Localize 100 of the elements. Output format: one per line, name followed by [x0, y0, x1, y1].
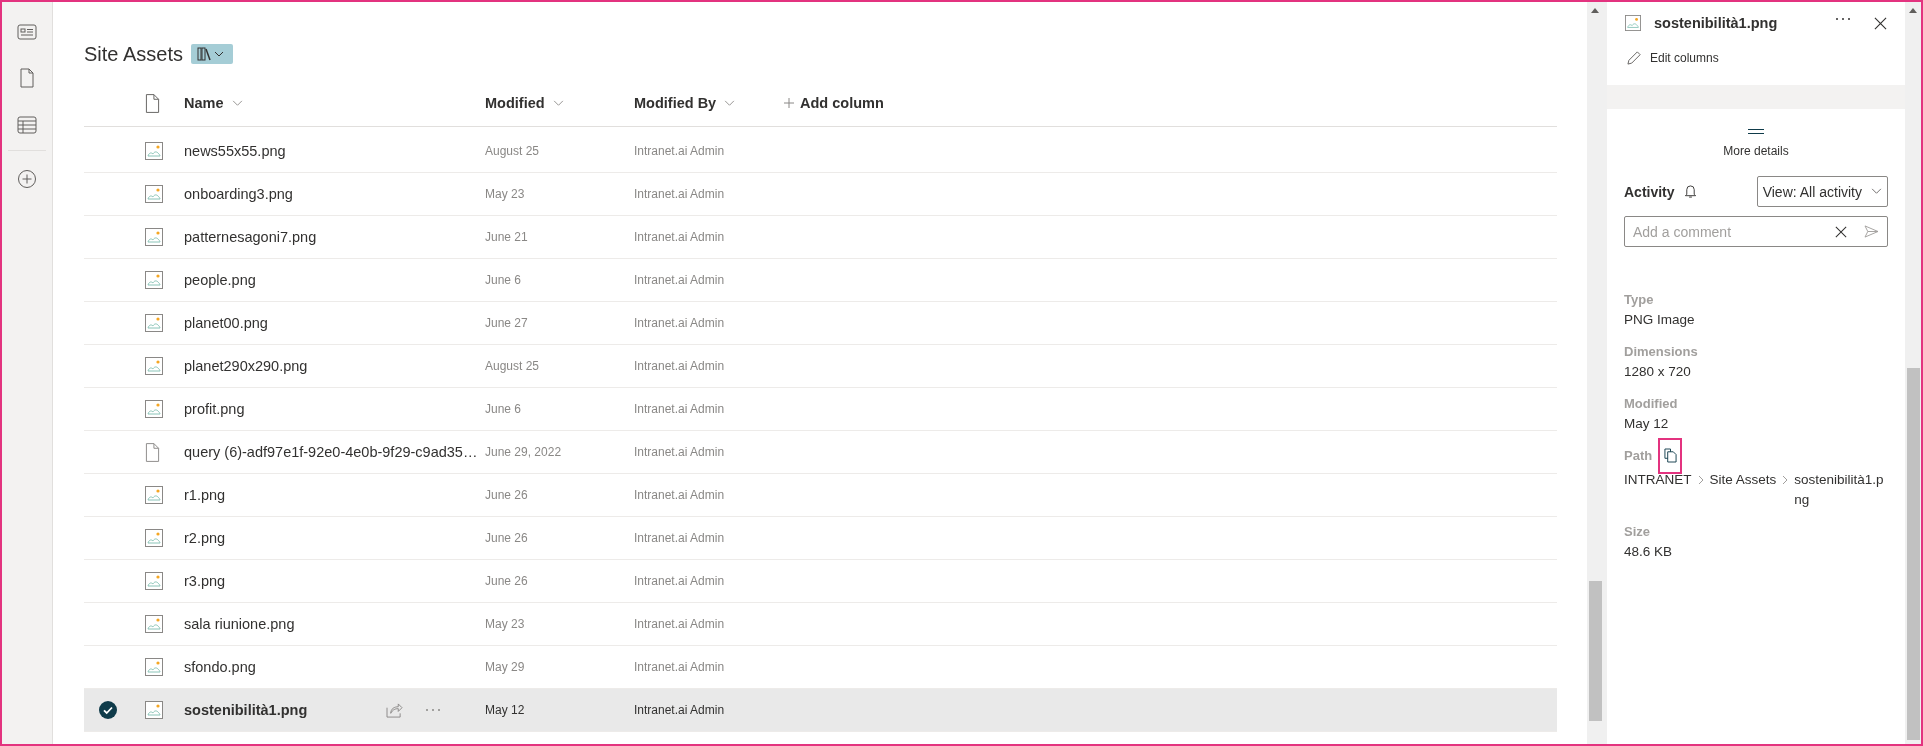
file-row[interactable]: people.png June 6 Intranet.ai Admin [84, 259, 1557, 302]
modified-date: August 25 [485, 359, 541, 373]
add-column-button[interactable]: Add column [784, 95, 884, 111]
file-name[interactable]: query (6)-adf97e1f-92e0-4e0b-9f29-c9ad35… [184, 444, 478, 460]
column-header[interactable]: Modified [485, 95, 564, 111]
file-name[interactable]: people.png [184, 272, 256, 288]
modified-date: June 21 [485, 230, 529, 244]
file-row[interactable]: onboarding3.png May 23 Intranet.ai Admin [84, 173, 1557, 216]
modified-date: June 27 [485, 316, 529, 330]
chevron-down-icon [1871, 188, 1882, 195]
comment-field[interactable]: Add a comment [1624, 216, 1888, 247]
property-label: Type [1624, 292, 1654, 307]
file-icon [145, 442, 160, 462]
file-title: sostenibilità1.png [1654, 15, 1779, 31]
activity-heading: Activity [1624, 183, 1675, 200]
bell-icon[interactable] [1683, 184, 1697, 199]
list-scrollbar[interactable] [1587, 2, 1603, 744]
modified-date: June 6 [485, 402, 523, 416]
file-name[interactable]: sostenibilità1.png [184, 702, 308, 718]
scrollbar-thumb[interactable] [1906, 368, 1920, 740]
file-row[interactable]: sala riunione.png May 23 Intranet.ai Admin [84, 603, 1557, 646]
activity-view-dropdown[interactable]: View: All activity [1756, 176, 1888, 207]
modified-by: Intranet.ai Admin [634, 660, 726, 674]
file-name[interactable]: patternesagoni7.png [184, 229, 317, 245]
modified-date: June 26 [485, 574, 529, 588]
plus-icon [784, 98, 794, 108]
more-icon[interactable] [1835, 17, 1851, 21]
modified-date: May 23 [485, 187, 526, 201]
modified-by: Intranet.ai Admin [634, 445, 726, 459]
modified-date: May 12 [485, 703, 526, 717]
path-text: Site Assets [1709, 471, 1777, 489]
modified-by: Intranet.ai Admin [634, 402, 726, 416]
scroll-up-icon[interactable] [1591, 8, 1599, 13]
file-name[interactable]: planet290x290.png [184, 358, 308, 374]
modified-by: Intranet.ai Admin [634, 273, 726, 287]
modified-date: June 6 [485, 273, 523, 287]
pencil-icon [1627, 50, 1642, 65]
property-label: Dimensions [1624, 344, 1698, 359]
file-row[interactable]: profit.png June 6 Intranet.ai Admin [84, 388, 1557, 431]
file-row[interactable]: query (6)-adf97e1f-92e0-4e0b-9f29-c9ad35… June 29, 2022 Intranet.ai Admin [84, 431, 1557, 474]
modified-by: Intranet.ai Admin [634, 488, 726, 502]
file-name[interactable]: sala riunione.png [184, 616, 295, 632]
path-text: INTRANET [1624, 471, 1692, 489]
close-icon[interactable] [1874, 16, 1887, 30]
file-row[interactable]: sostenibilità1.png May 12 Intranet.ai Admin [84, 689, 1557, 732]
file-row[interactable]: r2.png June 26 Intranet.ai Admin [84, 517, 1557, 560]
add-icon[interactable] [17, 169, 37, 189]
modified-by: Intranet.ai Admin [634, 187, 726, 201]
chevron-down-icon [552, 99, 564, 107]
modified-date: August 25 [485, 144, 541, 158]
modified-by: Intranet.ai Admin [634, 531, 726, 545]
scroll-up-icon[interactable] [1909, 8, 1917, 13]
image-file-icon [145, 529, 163, 547]
modified-date: May 29 [485, 660, 526, 674]
modified-date: May 23 [485, 617, 526, 631]
file-name[interactable]: planet00.png [184, 315, 268, 331]
modified-by: Intranet.ai Admin [634, 617, 726, 631]
drag-handle-icon[interactable] [1748, 129, 1764, 134]
check-circle-icon[interactable] [99, 701, 117, 719]
file-name[interactable]: news55x55.png [184, 143, 286, 159]
news-icon[interactable] [17, 24, 37, 40]
edit-columns-button[interactable]: Edit columns [1627, 50, 1719, 65]
file-row[interactable]: r3.png June 26 Intranet.ai Admin [84, 560, 1557, 603]
column-header[interactable]: Modified By [634, 95, 736, 111]
file-name[interactable]: onboarding3.png [184, 186, 293, 202]
modified-by: Intranet.ai Admin [634, 144, 726, 158]
modified-by: Intranet.ai Admin [634, 574, 726, 588]
scrollbar-thumb[interactable] [1588, 581, 1602, 721]
chevron-down-icon [724, 99, 736, 107]
image-file-icon [145, 615, 163, 633]
file-name[interactable]: profit.png [184, 401, 245, 417]
document-icon[interactable] [19, 68, 35, 88]
send-icon[interactable] [1864, 225, 1879, 238]
file-name[interactable]: r1.png [184, 487, 226, 503]
file-row[interactable]: patternesagoni7.png June 21 Intranet.ai Admin [84, 216, 1557, 259]
view-switcher-button[interactable] [190, 44, 233, 64]
modified-by: Intranet.ai Admin [634, 359, 726, 373]
file-row[interactable]: planet00.png June 27 Intranet.ai Admin [84, 302, 1557, 345]
file-name[interactable]: r3.png [184, 573, 226, 589]
column-header[interactable]: Name [184, 95, 243, 111]
panel-scrollbar[interactable] [1905, 2, 1921, 744]
image-file-icon [145, 572, 163, 590]
modified-date: June 26 [485, 488, 529, 502]
file-name[interactable]: sfondo.png [184, 659, 256, 675]
file-name[interactable]: r2.png [184, 530, 226, 546]
image-file-icon [145, 228, 163, 246]
modified-date: June 26 [485, 531, 529, 545]
modified-by: Intranet.ai Admin [634, 316, 726, 330]
list-icon[interactable] [17, 116, 37, 134]
chevron-down-icon [231, 99, 243, 107]
property-value: PNG Image [1624, 311, 1696, 329]
image-file-icon [145, 357, 163, 375]
image-file-icon [145, 142, 163, 160]
image-file-icon [145, 271, 163, 289]
file-row[interactable]: news55x55.png August 25 Intranet.ai Admin [84, 130, 1557, 173]
clear-icon[interactable] [1835, 225, 1847, 238]
copy-path-button[interactable] [1658, 437, 1683, 474]
file-row[interactable]: r1.png June 26 Intranet.ai Admin [84, 474, 1557, 517]
file-row[interactable]: planet290x290.png August 25 Intranet.ai Admin [84, 345, 1557, 388]
property-label: Modified [1624, 396, 1678, 411]
